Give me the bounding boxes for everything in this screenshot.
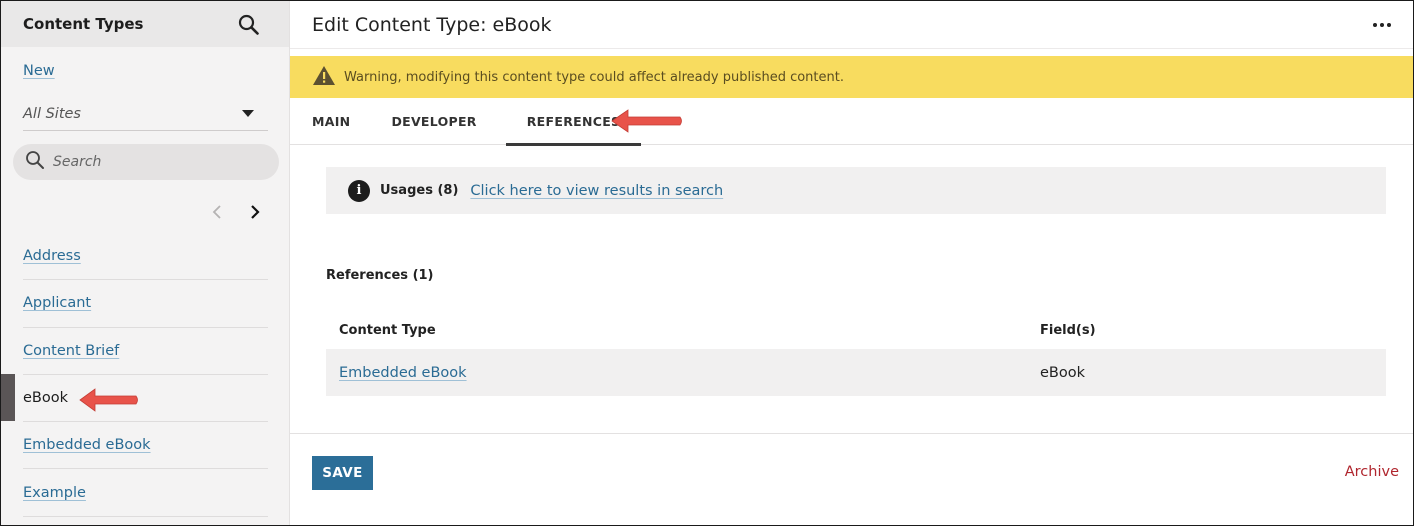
chevron-down-icon: [242, 110, 254, 117]
sites-filter-dropdown[interactable]: All Sites: [23, 97, 268, 131]
info-icon: i: [348, 179, 370, 202]
sidebar-item-label[interactable]: Embedded eBook: [23, 437, 151, 453]
view-results-in-search-link[interactable]: Click here to view results in search: [470, 183, 723, 199]
references-table: Content Type Field(s) Embedded eBook eBo…: [326, 311, 1386, 396]
sidebar-item-content-brief[interactable]: Content Brief: [23, 328, 268, 375]
column-header-content-type: Content Type: [339, 322, 436, 338]
main-header: Edit Content Type: eBook: [290, 1, 1413, 49]
active-item-indicator: [1, 374, 15, 421]
sidebar-search-input[interactable]: [53, 154, 253, 170]
sidebar-item-example[interactable]: Example: [23, 469, 268, 517]
sidebar: Content Types New All Sites Search Addre…: [1, 1, 290, 525]
sidebar-item-ebook[interactable]: eBook: [23, 375, 268, 423]
tab-bar: MAIN DEVELOPER REFERENCES: [290, 98, 1413, 146]
warning-icon: [312, 65, 336, 90]
search-icon[interactable]: [237, 13, 259, 35]
app-window: Content Types New All Sites Search Addre…: [0, 0, 1414, 526]
table-cell-fields: eBook: [1040, 364, 1086, 381]
sidebar-item-label[interactable]: Applicant: [23, 295, 91, 311]
tab-developer[interactable]: DEVELOPER: [379, 98, 488, 145]
references-title: References (1): [326, 268, 434, 283]
tab-main[interactable]: MAIN: [300, 98, 362, 145]
sidebar-header: Content Types: [1, 1, 289, 47]
sidebar-item-address[interactable]: Address: [23, 233, 268, 281]
sidebar-pager: [207, 201, 265, 223]
chevron-left-icon[interactable]: [207, 201, 227, 223]
sites-filter-value: All Sites: [23, 105, 81, 122]
sidebar-item-label[interactable]: Content Brief: [23, 343, 119, 359]
table-cell-content-type: Embedded eBook: [326, 365, 1040, 381]
usages-panel: i Usages (8) Click here to view results …: [326, 167, 1386, 214]
warning-text: Warning, modifying this content type cou…: [344, 69, 844, 85]
page-title: Edit Content Type: eBook: [312, 13, 552, 36]
archive-link[interactable]: Archive: [1345, 464, 1399, 480]
main-panel: Edit Content Type: eBook Warning, modify…: [290, 1, 1413, 525]
sidebar-item-label[interactable]: eBook: [23, 390, 68, 406]
new-content-type-link[interactable]: New: [23, 63, 55, 79]
more-options-icon[interactable]: [1369, 19, 1395, 31]
sidebar-item-embedded-ebook[interactable]: Embedded eBook: [23, 422, 268, 470]
sidebar-item-label[interactable]: Address: [23, 248, 81, 264]
content-type-list: Address Applicant Content Brief eBook Em…: [23, 233, 268, 517]
annotation-arrow-icon: [611, 109, 682, 133]
save-button[interactable]: SAVE: [312, 456, 373, 490]
warning-banner: Warning, modifying this content type cou…: [290, 56, 1413, 98]
search-icon: [25, 150, 45, 174]
footer-divider: [290, 433, 1413, 434]
table-header: Content Type Field(s): [326, 311, 1386, 349]
annotation-arrow-icon: [79, 388, 138, 412]
sidebar-title: Content Types: [23, 15, 144, 33]
column-header-fields: Field(s): [1040, 322, 1096, 338]
sidebar-item-label[interactable]: Example: [23, 485, 86, 501]
chevron-right-icon[interactable]: [245, 201, 265, 223]
sidebar-search-box: [13, 144, 279, 180]
usages-count: Usages (8): [380, 183, 459, 198]
table-row: Embedded eBook eBook: [326, 349, 1386, 396]
reference-content-type-link[interactable]: Embedded eBook: [339, 365, 467, 381]
sidebar-item-applicant[interactable]: Applicant: [23, 280, 268, 328]
